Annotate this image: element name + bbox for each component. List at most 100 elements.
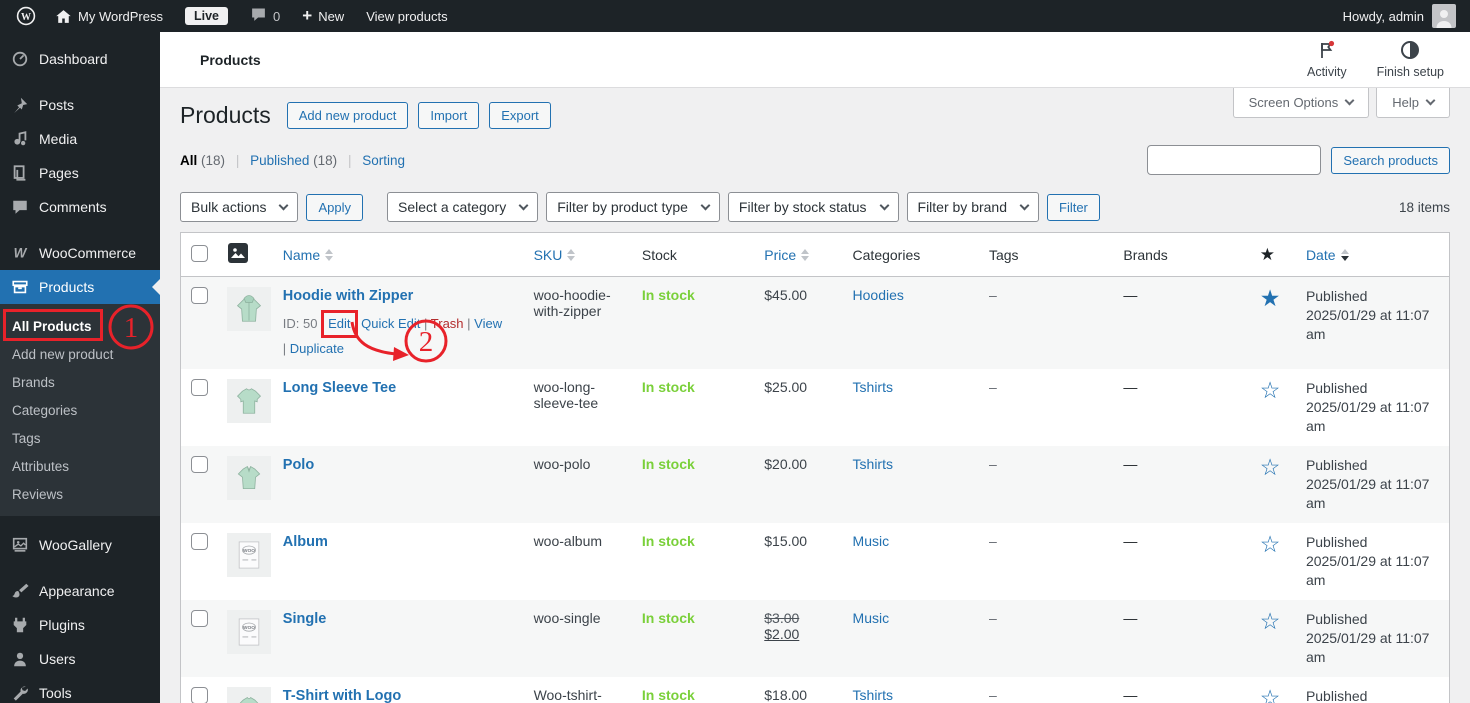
sidebar-item-all-products[interactable]: All Products [0,309,160,341]
apply-button[interactable]: Apply [306,193,364,221]
select-all-checkbox[interactable] [191,244,208,262]
search-products-button[interactable]: Search products [1331,146,1450,174]
import-button[interactable]: Import [418,102,480,129]
product-thumbnail[interactable] [226,687,271,703]
sidebar-item-reviews[interactable]: Reviews [0,480,160,508]
brands-cell: — [1123,287,1138,303]
product-thumbnail[interactable]: WOO [226,610,271,654]
sidebar-item-woocommerce[interactable]: W WooCommerce [0,236,160,270]
brands-cell: — [1123,379,1138,395]
howdy-text[interactable]: Howdy, admin [1343,9,1424,24]
stock-status: In stock [641,610,695,626]
featured-star-icon[interactable]: ☆ [1260,685,1281,703]
stock-status-filter-select[interactable]: Filter by stock status [727,192,899,222]
sidebar-item-plugins[interactable]: Plugins [0,608,160,642]
view-published-link[interactable]: Published [250,153,309,168]
row-checkbox[interactable] [191,456,208,473]
view-link[interactable]: View [474,316,502,331]
category-link[interactable]: Hoodies [853,287,904,303]
view-products-link[interactable]: View products [355,0,458,32]
sku-column-header[interactable]: SKU [523,232,632,277]
category-link[interactable]: Tshirts [853,379,893,395]
product-thumbnail[interactable]: WOO [226,533,271,577]
trash-link[interactable]: Trash [431,316,464,331]
svg-text:W: W [14,246,28,261]
new-menu[interactable]: + New [291,0,355,32]
product-name-link[interactable]: T-Shirt with Logo [283,688,401,703]
site-menu[interactable]: My WordPress [44,0,174,32]
current-menu-arrow [152,279,160,295]
featured-star-filled-icon[interactable]: ★ [1260,285,1281,311]
export-button[interactable]: Export [489,102,551,129]
sidebar-item-tools[interactable]: Tools [0,676,160,703]
tags-column-header: Tags [978,232,1114,277]
wordpress-logo-icon[interactable]: W [8,0,44,32]
filter-button[interactable]: Filter [1047,193,1100,221]
sidebar-item-brands[interactable]: Brands [0,368,160,396]
view-all-link[interactable]: All [180,153,197,168]
featured-star-icon[interactable]: ☆ [1260,454,1281,480]
new-label: New [318,8,345,24]
product-thumbnail[interactable] [226,379,271,423]
featured-column-header: ★ [1249,232,1296,277]
admin-sidebar: Dashboard Posts Media Pages Comments W W… [0,32,160,703]
date-column-header[interactable]: Date [1295,232,1450,277]
category-link[interactable]: Music [853,610,890,626]
live-badge: Live [174,0,239,32]
brand-filter-select[interactable]: Filter by brand [906,192,1039,222]
sidebar-item-woogallery[interactable]: WooGallery [0,528,160,562]
category-link[interactable]: Music [853,533,890,549]
edit-link[interactable]: Edit [321,310,358,338]
bulk-actions-select[interactable]: Bulk actions [180,192,299,222]
name-column-header[interactable]: Name [272,232,524,277]
date-cell: Published 2025/01/29 at 11:07 am [1305,380,1430,434]
table-row: WOO Single woo-single In stock $3.00 $2.0… [180,600,1450,677]
duplicate-link[interactable]: Duplicate [290,341,344,356]
category-filter-select[interactable]: Select a category [387,192,539,222]
sidebar-item-add-new-product[interactable]: Add new product [0,340,160,368]
price-column-header[interactable]: Price [754,232,843,277]
row-checkbox[interactable] [191,610,208,627]
add-new-product-button[interactable]: Add new product [286,102,409,129]
screen-options-tab[interactable]: Screen Options [1232,88,1370,118]
product-name-link[interactable]: Polo [283,457,314,473]
product-name-link[interactable]: Single [283,611,327,627]
comments-bubble[interactable]: 0 [239,0,291,32]
sidebar-item-comments[interactable]: Comments [0,190,160,224]
sidebar-item-dashboard[interactable]: Dashboard [0,42,160,76]
sidebar-item-tags[interactable]: Tags [0,424,160,452]
sidebar-item-appearance[interactable]: Appearance [0,574,160,608]
product-thumbnail[interactable] [226,287,271,331]
sidebar-item-media[interactable]: Media [0,122,160,156]
product-type-filter-select[interactable]: Filter by product type [546,192,720,222]
sidebar-item-products[interactable]: Products [0,270,160,304]
category-link[interactable]: Tshirts [853,687,893,703]
row-checkbox[interactable] [191,379,208,396]
featured-star-icon[interactable]: ☆ [1260,608,1281,634]
product-name-link[interactable]: Long Sleeve Tee [283,380,396,396]
sidebar-item-attributes[interactable]: Attributes [0,452,160,480]
product-name-link[interactable]: Album [283,534,328,550]
avatar[interactable] [1432,4,1456,28]
row-checkbox[interactable] [191,287,208,304]
help-tab[interactable]: Help [1376,88,1450,118]
date-cell: Published 2025/01/29 at 11:07 am [1295,446,1450,523]
row-checkbox[interactable] [191,533,208,550]
category-link[interactable]: Tshirts [853,456,893,472]
sidebar-item-posts[interactable]: Posts [0,88,160,122]
view-sorting-link[interactable]: Sorting [362,153,405,168]
sidebar-item-users[interactable]: Users [0,642,160,676]
search-input[interactable] [1147,145,1322,175]
product-thumbnail[interactable] [226,456,271,500]
finish-setup-button[interactable]: Finish setup [1377,40,1444,79]
featured-star-icon[interactable]: ☆ [1260,377,1281,403]
activity-button[interactable]: Activity [1307,40,1347,79]
quick-edit-link[interactable]: Quick Edit [361,316,420,331]
sidebar-item-categories[interactable]: Categories [0,396,160,424]
featured-star-icon[interactable]: ☆ [1260,531,1281,557]
page-title: Products [180,102,271,128]
sidebar-item-pages[interactable]: Pages [0,156,160,190]
plus-icon: + [302,5,313,25]
row-checkbox[interactable] [191,687,208,703]
product-name-link[interactable]: Hoodie with Zipper [283,288,414,304]
